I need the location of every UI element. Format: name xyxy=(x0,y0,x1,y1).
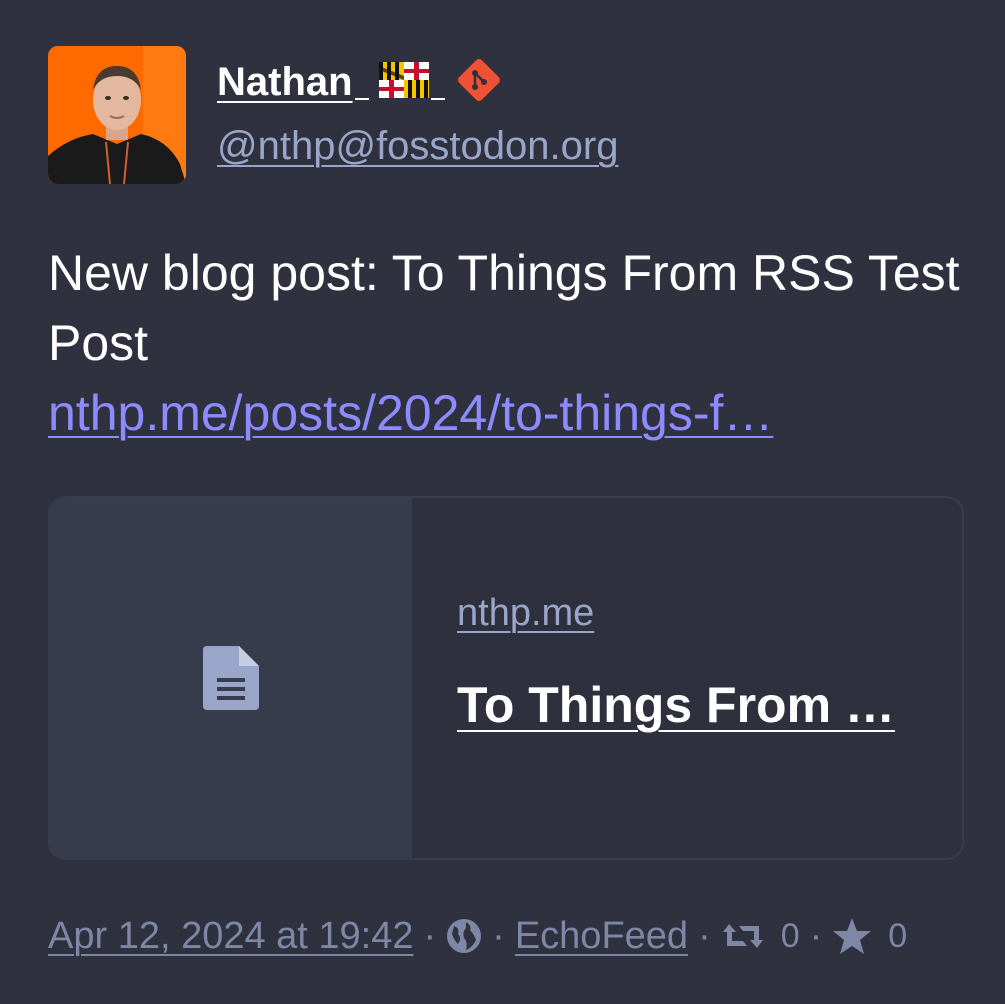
preview-thumbnail xyxy=(50,498,412,858)
boost-icon xyxy=(722,924,763,948)
link-preview-card[interactable]: nthp.me To Things From … xyxy=(48,496,964,860)
star-icon xyxy=(833,918,872,954)
git-icon xyxy=(455,56,503,109)
post-text: New blog post: To Things From RSS Test P… xyxy=(48,245,960,371)
post-link[interactable]: nthp.me/posts/2024/to-things-f… xyxy=(48,378,773,448)
author-handle[interactable]: @nthp@fosstodon.org xyxy=(217,124,618,169)
maryland-flag-icon xyxy=(378,61,429,103)
status-card: Nathan @nthp@fosstodon.org New blog post… xyxy=(0,0,1005,1004)
separator: · xyxy=(423,914,437,957)
boost-button[interactable]: 0 xyxy=(721,917,800,956)
timestamp-link[interactable]: Apr 12, 2024 at 19:42 xyxy=(48,915,414,958)
author-name-row[interactable]: Nathan xyxy=(217,56,503,108)
emoji-underline xyxy=(430,98,445,100)
separator: · xyxy=(698,914,711,957)
display-name[interactable]: Nathan xyxy=(217,60,353,105)
separator: · xyxy=(492,914,505,957)
client-link[interactable]: EchoFeed xyxy=(515,915,688,958)
name-underline xyxy=(354,98,369,100)
preview-title[interactable]: To Things From … xyxy=(457,676,917,734)
document-icon xyxy=(203,646,259,710)
favourite-button[interactable]: 0 xyxy=(832,917,907,956)
separator: · xyxy=(809,914,823,957)
favourite-count: 0 xyxy=(888,916,908,955)
status-footer: Apr 12, 2024 at 19:42 · · EchoFeed · 0 ·… xyxy=(48,908,907,964)
preview-domain[interactable]: nthp.me xyxy=(457,592,594,635)
globe-icon xyxy=(447,919,482,953)
post-content: New blog post: To Things From RSS Test P… xyxy=(48,238,968,448)
boost-count: 0 xyxy=(780,916,800,955)
avatar[interactable] xyxy=(48,46,186,184)
